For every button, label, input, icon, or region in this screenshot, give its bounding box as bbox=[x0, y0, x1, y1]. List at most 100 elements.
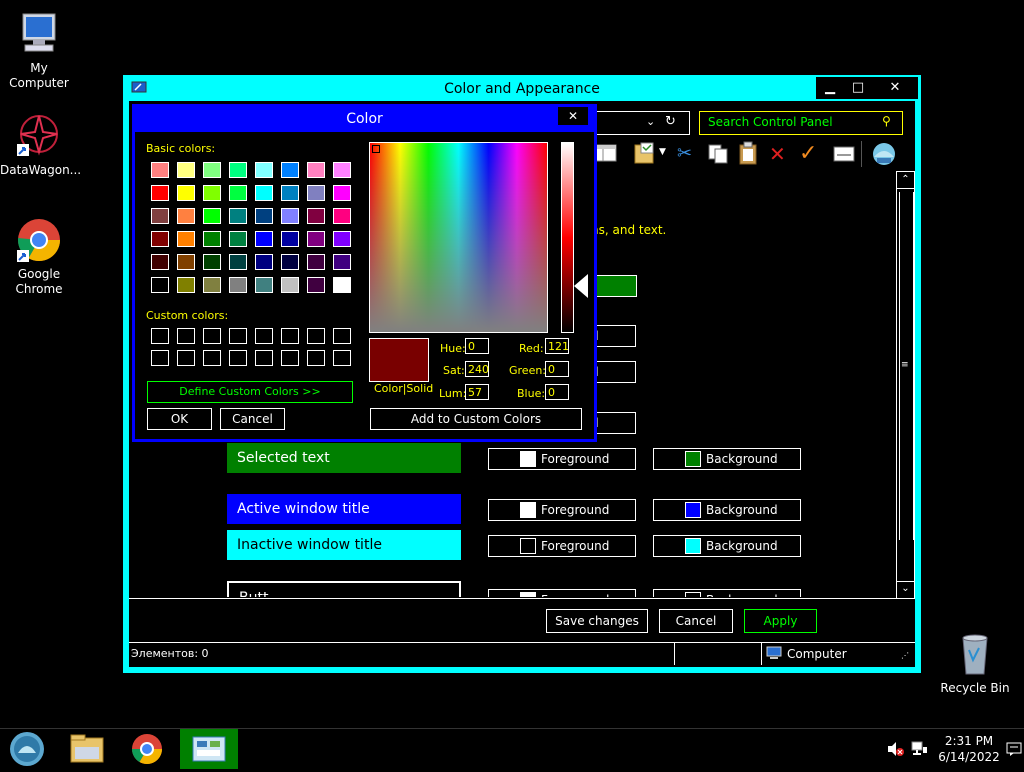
luminance-arrow-icon[interactable] bbox=[574, 274, 588, 298]
basic-color-swatch[interactable] bbox=[281, 208, 299, 224]
scroll-up-icon[interactable]: ⌃ bbox=[897, 172, 914, 189]
basic-color-swatch[interactable] bbox=[255, 162, 273, 178]
red-input[interactable]: 121 bbox=[545, 338, 569, 354]
basic-color-swatch[interactable] bbox=[307, 231, 325, 247]
basic-color-swatch[interactable] bbox=[281, 185, 299, 201]
basic-color-swatch[interactable] bbox=[151, 231, 169, 247]
desktop-icon-recycle-bin[interactable]: Recycle Bin bbox=[936, 630, 1014, 696]
basic-color-swatch[interactable] bbox=[307, 162, 325, 178]
custom-color-swatch[interactable] bbox=[203, 350, 221, 366]
basic-color-swatch[interactable] bbox=[229, 231, 247, 247]
basic-color-swatch[interactable] bbox=[177, 208, 195, 224]
custom-color-swatch[interactable] bbox=[177, 350, 195, 366]
luminance-slider[interactable] bbox=[561, 142, 574, 333]
custom-color-swatch[interactable] bbox=[307, 350, 325, 366]
basic-color-swatch[interactable] bbox=[177, 231, 195, 247]
custom-color-swatch[interactable] bbox=[281, 350, 299, 366]
basic-color-swatch[interactable] bbox=[229, 185, 247, 201]
add-to-custom-colors-button[interactable]: Add to Custom Colors bbox=[370, 408, 582, 430]
basic-color-swatch[interactable] bbox=[151, 208, 169, 224]
basic-color-swatch[interactable] bbox=[151, 277, 169, 293]
desktop-icon-datawagon[interactable]: DataWagon... bbox=[0, 112, 81, 178]
basic-color-swatch[interactable] bbox=[229, 277, 247, 293]
network-icon[interactable] bbox=[910, 741, 928, 757]
apply-button[interactable]: Apply bbox=[744, 609, 817, 633]
inactive-title-foreground-button[interactable]: Foreground bbox=[488, 535, 636, 557]
basic-color-swatch[interactable] bbox=[255, 254, 273, 270]
item-inactive-window-title[interactable]: Inactive window title bbox=[227, 530, 461, 560]
item-button[interactable]: Butt bbox=[227, 581, 461, 597]
active-title-background-button[interactable]: Background bbox=[653, 499, 801, 521]
custom-color-swatch[interactable] bbox=[333, 328, 351, 344]
basic-color-swatch[interactable] bbox=[203, 254, 221, 270]
basic-color-swatch[interactable] bbox=[333, 254, 351, 270]
dialog-close-button[interactable]: ✕ bbox=[558, 107, 588, 125]
basic-color-swatch[interactable] bbox=[255, 208, 273, 224]
volume-muted-icon[interactable] bbox=[886, 741, 904, 757]
custom-color-swatch[interactable] bbox=[203, 328, 221, 344]
basic-color-swatch[interactable] bbox=[333, 208, 351, 224]
basic-color-swatch[interactable] bbox=[333, 162, 351, 178]
lum-input[interactable]: 57 bbox=[465, 384, 489, 400]
taskbar-explorer[interactable] bbox=[60, 729, 114, 769]
basic-color-swatch[interactable] bbox=[229, 254, 247, 270]
basic-color-swatch[interactable] bbox=[307, 208, 325, 224]
green-input[interactable]: 0 bbox=[545, 361, 569, 377]
basic-color-swatch[interactable] bbox=[229, 208, 247, 224]
spectrum-crosshair[interactable] bbox=[372, 145, 380, 153]
maximize-button[interactable]: □ bbox=[844, 77, 872, 99]
start-button[interactable] bbox=[0, 729, 54, 769]
basic-color-swatch[interactable] bbox=[307, 254, 325, 270]
color-spectrum-picker[interactable] bbox=[369, 142, 548, 333]
basic-color-swatch[interactable] bbox=[281, 254, 299, 270]
basic-color-swatch[interactable] bbox=[203, 185, 221, 201]
desktop-icon-my-computer[interactable]: My Computer bbox=[0, 10, 78, 91]
basic-color-swatch[interactable] bbox=[177, 162, 195, 178]
sat-input[interactable]: 240 bbox=[465, 361, 489, 377]
basic-color-swatch[interactable] bbox=[281, 162, 299, 178]
basic-color-swatch[interactable] bbox=[307, 185, 325, 201]
basic-color-swatch[interactable] bbox=[151, 162, 169, 178]
basic-color-swatch[interactable] bbox=[151, 185, 169, 201]
blue-input[interactable]: 0 bbox=[545, 384, 569, 400]
custom-color-swatch[interactable] bbox=[255, 350, 273, 366]
basic-color-swatch[interactable] bbox=[151, 254, 169, 270]
ok-button[interactable]: OK bbox=[147, 408, 212, 430]
vertical-scrollbar[interactable]: ⌃ ≡ ⌄ bbox=[896, 171, 915, 599]
close-button[interactable]: ✕ bbox=[872, 77, 918, 99]
custom-color-swatch[interactable] bbox=[307, 328, 325, 344]
selected-text-background-button[interactable]: Background bbox=[653, 448, 801, 470]
basic-color-swatch[interactable] bbox=[333, 231, 351, 247]
save-changes-button[interactable]: Save changes bbox=[546, 609, 648, 633]
define-custom-colors-button[interactable]: Define Custom Colors >> bbox=[147, 381, 353, 403]
scroll-thumb[interactable]: ≡ bbox=[899, 192, 914, 540]
basic-color-swatch[interactable] bbox=[307, 277, 325, 293]
active-title-foreground-button[interactable]: Foreground bbox=[488, 499, 636, 521]
desktop-icon-google-chrome[interactable]: Google Chrome bbox=[0, 216, 78, 297]
custom-color-swatch[interactable] bbox=[281, 328, 299, 344]
button-background-button[interactable]: Background bbox=[653, 589, 801, 597]
resize-grip-icon[interactable]: ⋰ bbox=[901, 651, 909, 660]
dialog-cancel-button[interactable]: Cancel bbox=[220, 408, 285, 430]
hue-input[interactable]: 0 bbox=[465, 338, 489, 354]
basic-color-swatch[interactable] bbox=[203, 208, 221, 224]
button-foreground-button[interactable]: Foreground bbox=[488, 589, 636, 597]
basic-color-swatch[interactable] bbox=[255, 231, 273, 247]
basic-color-swatch[interactable] bbox=[177, 185, 195, 201]
basic-color-swatch[interactable] bbox=[229, 162, 247, 178]
basic-color-swatch[interactable] bbox=[333, 185, 351, 201]
basic-color-swatch[interactable] bbox=[177, 254, 195, 270]
basic-color-swatch[interactable] bbox=[333, 277, 351, 293]
basic-color-swatch[interactable] bbox=[281, 231, 299, 247]
custom-color-swatch[interactable] bbox=[151, 350, 169, 366]
cancel-button[interactable]: Cancel bbox=[659, 609, 733, 633]
custom-color-swatch[interactable] bbox=[229, 328, 247, 344]
basic-color-swatch[interactable] bbox=[203, 231, 221, 247]
notification-icon[interactable] bbox=[1006, 741, 1022, 757]
scroll-down-icon[interactable]: ⌄ bbox=[897, 581, 914, 598]
selected-text-foreground-button[interactable]: Foreground bbox=[488, 448, 636, 470]
clock[interactable]: 2:31 PM 6/14/2022 bbox=[938, 733, 1000, 765]
basic-color-swatch[interactable] bbox=[177, 277, 195, 293]
custom-color-swatch[interactable] bbox=[333, 350, 351, 366]
basic-color-swatch[interactable] bbox=[203, 162, 221, 178]
